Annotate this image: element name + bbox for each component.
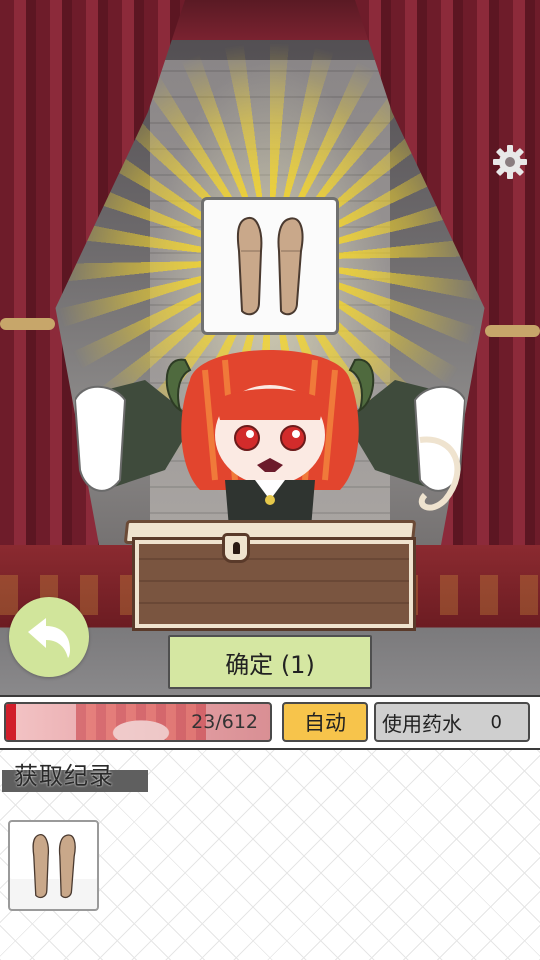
back-arrow-icon: [28, 618, 70, 658]
hp-fill: [6, 704, 16, 740]
hp-bar: 23/612: [4, 702, 272, 742]
control-bar: 23/612 自动 使用药水 0: [0, 695, 540, 750]
auto-button[interactable]: 自动: [282, 702, 368, 742]
hp-bar-portrait: [76, 704, 206, 740]
obtained-item-card: [201, 197, 339, 335]
gear-icon: [493, 145, 527, 179]
left-curtain-tie: [0, 318, 55, 330]
treasure-chest: [132, 537, 416, 631]
potion-count: 0: [490, 711, 502, 733]
chest-lock: [222, 533, 250, 563]
record-item[interactable]: [8, 820, 99, 911]
leg-accessory-icon: [236, 216, 304, 316]
use-potion-button[interactable]: 使用药水 0: [374, 702, 530, 742]
acquisition-record-panel: 获取纪录: [0, 750, 540, 960]
back-button[interactable]: [9, 597, 89, 677]
record-title: 获取纪录: [2, 756, 148, 792]
record-title-text: 获取纪录: [14, 762, 114, 790]
right-curtain-tie: [485, 325, 540, 337]
leg-accessory-icon: [31, 833, 76, 898]
character-demon-girl: [75, 350, 465, 540]
confirm-button[interactable]: 确定 (1): [168, 635, 372, 689]
use-potion-label: 使用药水: [382, 711, 462, 736]
settings-button[interactable]: [490, 142, 530, 182]
stage-scene: 确定 (1): [0, 0, 540, 695]
hp-text: 23/612: [191, 711, 258, 733]
